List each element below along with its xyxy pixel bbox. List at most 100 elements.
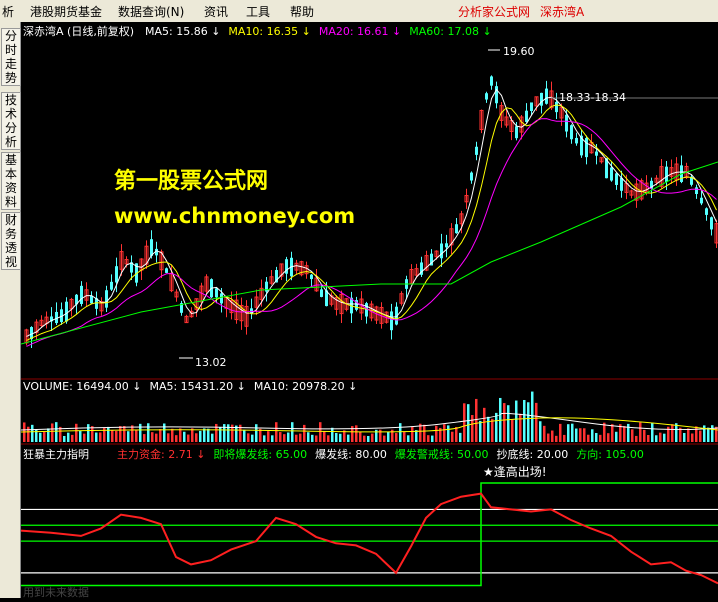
candle-body-down — [705, 208, 708, 215]
volume-bar — [199, 430, 202, 442]
volume-bar — [591, 429, 594, 442]
candle-body-down — [525, 110, 528, 122]
watermark-url: www.chnmoney.com — [114, 204, 356, 228]
tab-intraday[interactable]: 分时走势 — [1, 28, 21, 86]
volume-bar — [555, 435, 558, 442]
volume-bar — [247, 433, 250, 442]
indicator-value-1: 即将爆发线: 65.00 — [213, 447, 307, 461]
tab-financial[interactable]: 财务透视 — [1, 212, 21, 270]
volume-bar — [567, 424, 570, 442]
volume-bar — [571, 423, 574, 442]
stock-title: 深赤湾A (日线,前复权) — [23, 24, 134, 38]
candle-body-down — [540, 92, 543, 106]
high-label: 19.60 — [503, 45, 535, 58]
volume-bar — [347, 434, 350, 442]
volume-bar — [131, 425, 134, 442]
volume-bar — [639, 422, 642, 442]
menu-news[interactable]: 资讯 — [204, 3, 228, 20]
low-label: 13.02 — [195, 356, 227, 369]
volume-bar — [271, 435, 274, 442]
volume-bar — [119, 426, 122, 442]
stock-chart[interactable]: 深赤湾A (日线,前复权) MA5: 15.86 ↓ MA10: 16.35 ↓ M… — [20, 22, 718, 599]
volume-bar — [631, 429, 634, 442]
volume-bar — [151, 432, 154, 442]
candle-body-down — [115, 266, 118, 283]
volume-bar — [503, 403, 506, 442]
volume-bar — [307, 432, 310, 442]
volume-bar — [535, 402, 538, 442]
candle-body-down — [390, 311, 393, 331]
volume-bar — [167, 433, 170, 442]
volume-bar — [107, 426, 110, 442]
volume-bar — [339, 433, 342, 442]
volume-bar — [75, 423, 78, 442]
volume-bar — [711, 425, 714, 442]
menu-analysis[interactable]: 析 — [2, 3, 14, 20]
volume-bar — [315, 435, 318, 442]
volume-bar — [191, 428, 194, 442]
candle-body-down — [585, 137, 588, 158]
candle-body-down — [475, 146, 478, 155]
volume-bar — [115, 430, 118, 442]
volume-bar — [695, 426, 698, 442]
volume-bar — [471, 415, 474, 442]
volume-bar — [359, 431, 362, 442]
indicator-name: 狂暴主力指明 — [23, 447, 89, 461]
stock-name-link[interactable]: 深赤湾A — [540, 3, 584, 20]
volume-bar — [427, 435, 430, 442]
chart-area[interactable]: 深赤湾A (日线,前复权) MA5: 15.86 ↓ MA10: 16.35 ↓ M… — [20, 22, 718, 599]
volume-header: VOLUME: 16494.00 ↓ MA5: 15431.20 ↓ MA10: 2… — [23, 380, 357, 393]
volume-bar — [399, 423, 402, 442]
volume-bar — [51, 423, 54, 442]
volume-bar — [267, 431, 270, 442]
volume-bar — [207, 428, 210, 442]
candle-body-down — [545, 88, 548, 104]
volume-bar — [335, 433, 338, 442]
volume-bar — [451, 431, 454, 442]
volume-bar — [67, 432, 70, 442]
indicator-value-0: 主力资金: 2.71 ↓ — [117, 447, 205, 461]
menu-tools[interactable]: 工具 — [246, 3, 270, 20]
future-data-note: 用到未来数据 — [23, 585, 89, 598]
candle-body-down — [150, 239, 153, 256]
volume-bar — [327, 435, 330, 442]
volume-bar — [635, 435, 638, 442]
candle-body-down — [490, 76, 493, 86]
volume-bar — [671, 424, 674, 442]
tab-technical-analysis[interactable]: 技术分析 — [1, 92, 21, 150]
volume-bar — [291, 422, 294, 442]
volume-bar — [435, 425, 438, 442]
volume-bar — [171, 428, 174, 442]
volume-bar — [279, 432, 282, 442]
volume-bar — [699, 430, 702, 442]
volume-bar — [183, 431, 186, 442]
volume-bar — [71, 434, 74, 442]
volume-bar — [299, 433, 302, 442]
volume-bar — [479, 420, 482, 442]
volume-bar — [495, 412, 498, 442]
volume-bar — [415, 430, 418, 442]
tab-basic-info[interactable]: 基本资料 — [1, 152, 21, 210]
candle-body-down — [575, 137, 578, 144]
candle-body-down — [470, 172, 473, 181]
candle-body-down — [515, 126, 518, 139]
menu-data-query[interactable]: 数据查询(N) — [118, 3, 184, 20]
candle-body-down — [445, 243, 448, 248]
volume-bar — [603, 422, 606, 442]
volume-bar — [287, 432, 290, 442]
signal-text: ★逢高出场! — [483, 464, 547, 479]
volume-bar — [455, 427, 458, 442]
volume-bar — [395, 433, 398, 442]
volume-bar — [623, 426, 626, 442]
volume-bar — [547, 433, 550, 442]
volume-bar — [423, 424, 426, 442]
volume-bar — [527, 402, 530, 442]
volume-bar — [63, 435, 66, 442]
ma-indicator-3: MA60: 17.08 ↓ — [409, 25, 491, 38]
menu-help[interactable]: 帮助 — [290, 3, 314, 20]
volume-bar — [295, 434, 298, 442]
menu-hk-futures-funds[interactable]: 港股期货基金 — [30, 3, 102, 20]
volume-bar — [87, 424, 90, 442]
formula-site-link[interactable]: 分析家公式网 — [458, 3, 530, 20]
candle-body-down — [710, 217, 713, 230]
